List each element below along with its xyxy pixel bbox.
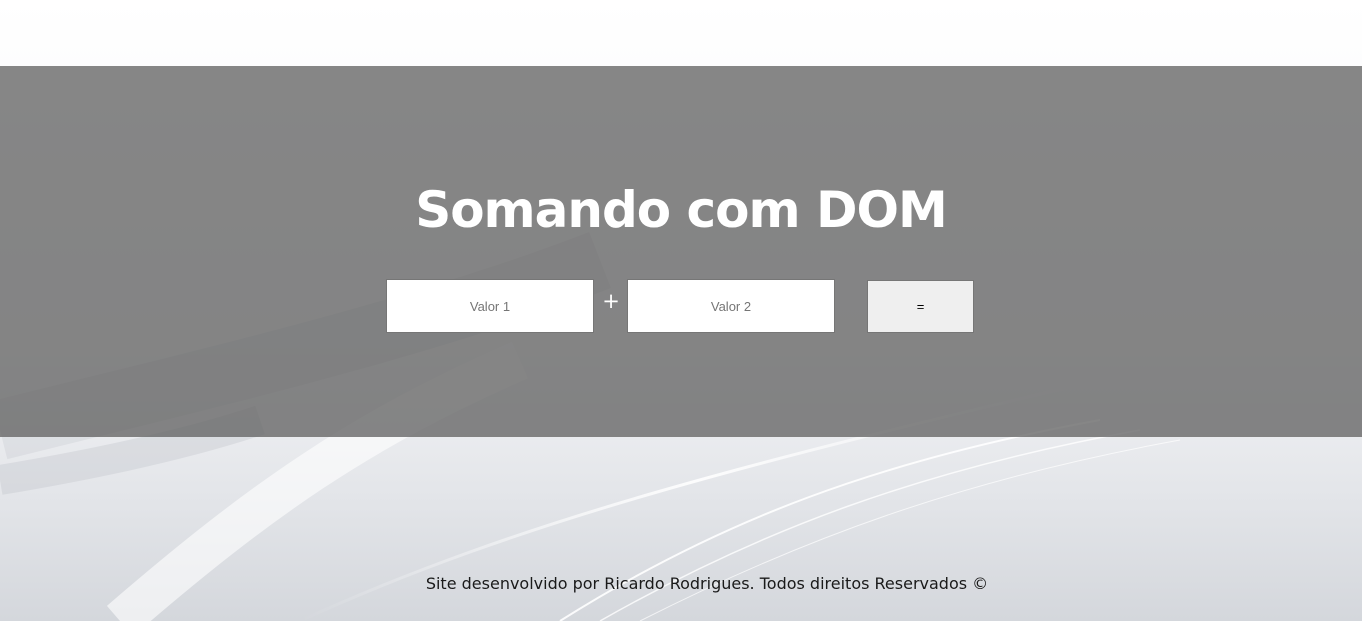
value-1-input[interactable] <box>386 279 594 333</box>
page-title: Somando com DOM <box>415 181 948 239</box>
value-2-input[interactable] <box>627 279 835 333</box>
equals-button[interactable]: = <box>867 280 974 333</box>
hero-banner <box>0 66 1362 437</box>
plus-operator: + <box>602 289 620 313</box>
footer-text: Site desenvolvido por Ricardo Rodrigues.… <box>425 574 989 593</box>
